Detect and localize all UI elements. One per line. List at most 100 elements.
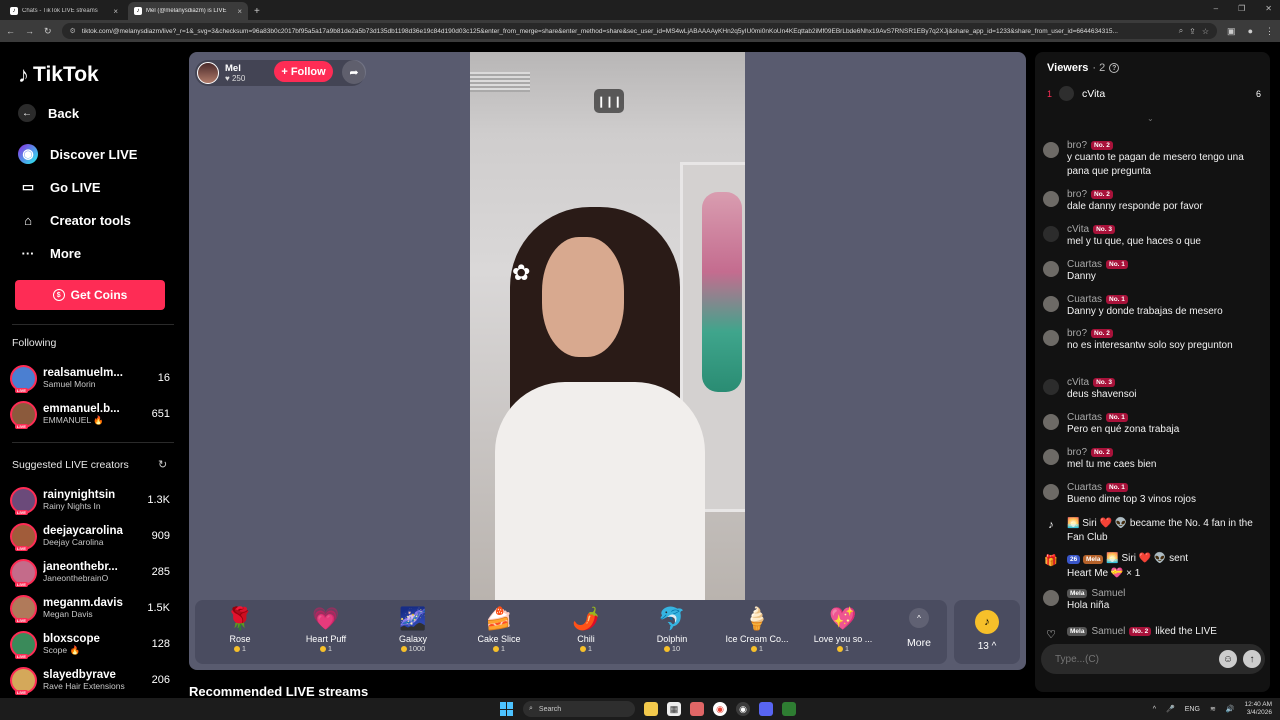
gift-cake-slice[interactable]: 🍰 Cake Slice 1 [459, 604, 539, 662]
discord-icon[interactable] [759, 702, 773, 716]
new-tab-icon[interactable]: + [254, 6, 260, 17]
close-tab-icon[interactable]: × [237, 7, 242, 16]
calendar-icon[interactable]: ▦ [667, 702, 681, 716]
microphone-icon[interactable]: 🎤 [1166, 705, 1175, 713]
minimize-icon[interactable]: – [1214, 4, 1218, 13]
sidebar-item-go-live[interactable]: ▭ Go LIVE [18, 177, 101, 197]
site-info-icon[interactable]: ⚙ [70, 27, 76, 35]
browser-tab-live[interactable]: ♪ Mel (@melanysdiazm) is LIVE × [128, 2, 248, 20]
coin-balance-button[interactable]: ♪ 13 ^ [954, 600, 1020, 664]
help-icon[interactable]: ? [1109, 63, 1120, 73]
bookmark-star-icon[interactable]: ☆ [1202, 27, 1209, 36]
close-window-icon[interactable]: ✕ [1265, 4, 1272, 13]
following-title: Following [12, 337, 57, 349]
wifi-icon[interactable]: ≋ [1210, 705, 1216, 713]
avatar [1043, 226, 1059, 242]
chat-message[interactable]: Cuartas No. 1 Danny [1043, 259, 1265, 284]
gift-rose[interactable]: 🌹 Rose 1 [200, 604, 280, 662]
profile-icon[interactable]: ● [1248, 26, 1253, 37]
avatar [1059, 86, 1074, 101]
chat-message[interactable]: Cuartas No. 1 Pero en qué zona trabaja [1043, 412, 1265, 437]
more-gifts-button[interactable]: ^ More [897, 608, 941, 649]
refresh-icon[interactable]: ↻ [158, 458, 167, 471]
gift-ice-cream-cone[interactable]: 🍦 Ice Cream Co... 1 [717, 604, 797, 662]
reload-icon[interactable]: ↻ [44, 26, 52, 37]
chat-message[interactable]: Cuartas No. 1 Danny y donde trabajas de m… [1043, 294, 1265, 319]
chevron-up-icon: ^ [909, 608, 929, 628]
fan-rank-badge: No. 3 [1093, 378, 1115, 387]
chat-input[interactable] [1055, 653, 1219, 665]
sidebar-item-creator-tools[interactable]: ⌂ Creator tools [18, 210, 131, 230]
chat-message[interactable]: bro? No. 2 no es interesantw solo soy pre… [1043, 328, 1265, 353]
gift-name: Heart Puff [305, 634, 347, 644]
viewer-name: cVita [1082, 87, 1106, 100]
gift-galaxy[interactable]: 🌌 Galaxy 1000 [373, 604, 453, 662]
chevron-down-icon[interactable]: ⌄ [1147, 114, 1154, 123]
sidebar-toggle-icon[interactable]: ▣ [1227, 26, 1236, 37]
maximize-icon[interactable]: ❐ [1238, 4, 1245, 13]
back-nav-icon[interactable]: ← [6, 26, 15, 36]
send-icon[interactable]: ↑ [1243, 650, 1261, 668]
chat-message[interactable]: cVita No. 3 mel y tu que, que haces o que [1043, 224, 1265, 249]
chrome-icon[interactable]: ◉ [713, 702, 727, 716]
sidebar-item-discover-live[interactable]: ◉ Discover LIVE [18, 144, 137, 164]
chrome-profile-icon[interactable]: ◉ [736, 702, 750, 716]
creator-username: realsamuelm... [43, 367, 123, 379]
gift-price-value: 1 [327, 644, 333, 653]
get-coins-button[interactable]: $ Get Coins [15, 280, 165, 310]
suggested-item[interactable]: LIVE meganm.davis Megan Davis 1.5K [10, 593, 170, 623]
forward-nav-icon[interactable]: → [25, 26, 34, 36]
browser-menu-icon[interactable]: ⋮ [1265, 26, 1274, 37]
gift-event-text: 🌅 Siri ❤️ 👽 sent [1106, 553, 1189, 564]
url-field[interactable]: ⚙ tiktok.com/@melanysdiazm/live?_r=1&_sv… [61, 23, 1218, 39]
taskbar-search[interactable]: ⌕ Search [523, 701, 635, 717]
windows-start-icon[interactable] [500, 702, 514, 716]
chat-message[interactable]: Cuartas No. 1 Bueno dime top 3 vinos rojo… [1043, 482, 1265, 507]
top-viewer-row[interactable]: 1 cVita 6 [1047, 86, 1261, 101]
file-explorer-icon[interactable] [644, 702, 658, 716]
creator-username: emmanuel.b... [43, 402, 120, 415]
browser-tab-chats[interactable]: ♪ Chats - TikTok LIVE streams × [4, 2, 124, 20]
chat-message[interactable]: bro? No. 2 mel tu me caes bien [1043, 447, 1265, 472]
chat-username: bro? [1067, 447, 1088, 458]
share-icon[interactable]: ➦ [342, 60, 366, 84]
following-item[interactable]: LIVE realsamuelm... Samuel Morin 16 [10, 363, 170, 393]
avatar [1043, 296, 1059, 312]
suggested-item[interactable]: LIVE deejaycarolina Deejay Carolina 909 [10, 521, 170, 551]
app-icon[interactable] [782, 702, 796, 716]
suggested-item[interactable]: LIVE bloxscope Scope 🔥 128 [10, 629, 170, 659]
share-page-icon[interactable]: ⇪ [1189, 27, 1196, 36]
following-item[interactable]: LIVE emmanuel.b... EMMANUEL 🔥 651 [10, 399, 170, 429]
gift-dolphin[interactable]: 🐬 Dolphin 10 [632, 604, 712, 662]
live-video[interactable]: ✿ ❙❙❙ [470, 52, 745, 600]
gift-heart-puff[interactable]: 💗 Heart Puff 1 [286, 604, 366, 662]
chat-message[interactable]: bro? No. 2 dale danny responde por favor [1043, 189, 1265, 214]
clock[interactable]: 12:40 AM 3/4/2026 [1245, 701, 1272, 717]
emoji-icon[interactable]: ☺ [1219, 650, 1237, 668]
gift-love-you-so[interactable]: 💖 Love you so ... 1 [803, 604, 883, 662]
language-indicator[interactable]: ENG [1185, 706, 1200, 713]
suggested-title: Suggested LIVE creators [12, 459, 129, 471]
viewer-count: 128 [151, 638, 170, 650]
chat-message[interactable]: Mela Samuel Hola niña [1043, 588, 1265, 613]
follow-button[interactable]: + Follow [274, 61, 333, 82]
zoom-icon[interactable]: ⌕ [1179, 26, 1183, 36]
chat-message[interactable]: bro? No. 2 y cuanto te pagan de mesero te… [1043, 140, 1265, 178]
logo-text: TikTok [33, 63, 99, 86]
host-avatar[interactable] [197, 62, 219, 84]
tiktok-logo[interactable]: ♪ TikTok [18, 62, 99, 88]
sidebar-item-back[interactable]: ← Back [18, 104, 79, 122]
pause-icon[interactable]: ❙❙❙ [594, 89, 624, 113]
chevron-up-icon[interactable]: ^ [1153, 706, 1156, 713]
gift-chili[interactable]: 🌶️ Chili 1 [546, 604, 626, 662]
chat-text: Pero en qué zona trabaja [1067, 424, 1180, 435]
suggested-item[interactable]: LIVE slayedbyrave Rave Hair Extensions 20… [10, 665, 170, 695]
gift-price-value: 1 [758, 644, 764, 653]
sidebar-item-more[interactable]: ··· More [18, 243, 82, 263]
close-tab-icon[interactable]: × [113, 7, 118, 16]
volume-icon[interactable]: 🔊 [1226, 705, 1235, 713]
photos-icon[interactable] [690, 702, 704, 716]
suggested-item[interactable]: LIVE janeonthebr... JaneonthebrainO 285 [10, 557, 170, 587]
chat-message[interactable]: cVita No. 3 deus shavensoi [1043, 377, 1265, 402]
suggested-item[interactable]: LIVE rainynightsin Rainy Nights In 1.3K [10, 485, 170, 515]
